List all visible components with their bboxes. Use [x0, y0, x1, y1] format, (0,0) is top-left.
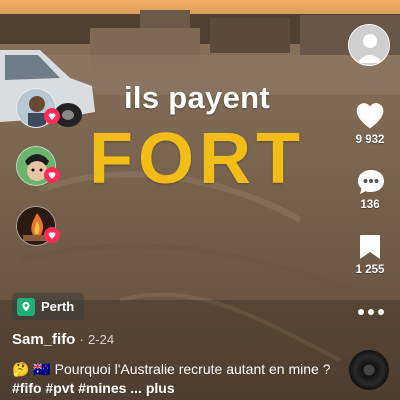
- more-link[interactable]: ... plus: [130, 380, 174, 396]
- hashtag-link[interactable]: #pvt: [45, 380, 74, 396]
- heart-icon: [356, 103, 384, 129]
- video-caption-line2: FORT: [89, 119, 305, 199]
- like-count: 9 932: [355, 134, 385, 146]
- hashtag-link[interactable]: #mines: [78, 380, 126, 396]
- description-emoji: 🤔 🇦🇺: [12, 361, 51, 377]
- reaction-heart-badge-1: [44, 108, 60, 124]
- post-date: 2-24: [88, 332, 115, 347]
- reaction-heart-badge-2: [44, 167, 60, 183]
- save-button[interactable]: [358, 233, 382, 261]
- date-separator: ·: [79, 332, 84, 347]
- heart-icon: [48, 172, 56, 179]
- location-icon: [17, 297, 35, 316]
- more-icon: [358, 309, 384, 315]
- video-caption-line1: ils payent: [124, 80, 270, 115]
- bookmark-icon: [360, 235, 380, 259]
- save-count: 1 255: [355, 264, 385, 276]
- location-chip[interactable]: Perth: [12, 293, 85, 320]
- username-link[interactable]: Sam_fifo: [12, 331, 75, 348]
- heart-icon: [48, 113, 56, 120]
- like-button[interactable]: [354, 100, 386, 130]
- heart-icon: [48, 232, 56, 239]
- author-line: Sam_fifo · 2-24: [12, 331, 114, 348]
- location-label: Perth: [41, 299, 75, 314]
- more-button[interactable]: [356, 305, 386, 317]
- description-text: Pourquoi l'Australie recrute autant en m…: [54, 361, 331, 377]
- post-description: 🤔 🇦🇺 Pourquoi l'Australie recrute autant…: [12, 360, 342, 398]
- hashtag-link[interactable]: #fifo: [12, 380, 42, 396]
- music-disc-icon[interactable]: [349, 350, 389, 390]
- comment-count: 136: [360, 199, 380, 211]
- comment-button[interactable]: [356, 168, 386, 196]
- profile-avatar-icon: [349, 25, 389, 65]
- reaction-heart-badge-3: [44, 227, 60, 243]
- comment-icon: [358, 170, 384, 194]
- creator-avatar[interactable]: [348, 24, 390, 66]
